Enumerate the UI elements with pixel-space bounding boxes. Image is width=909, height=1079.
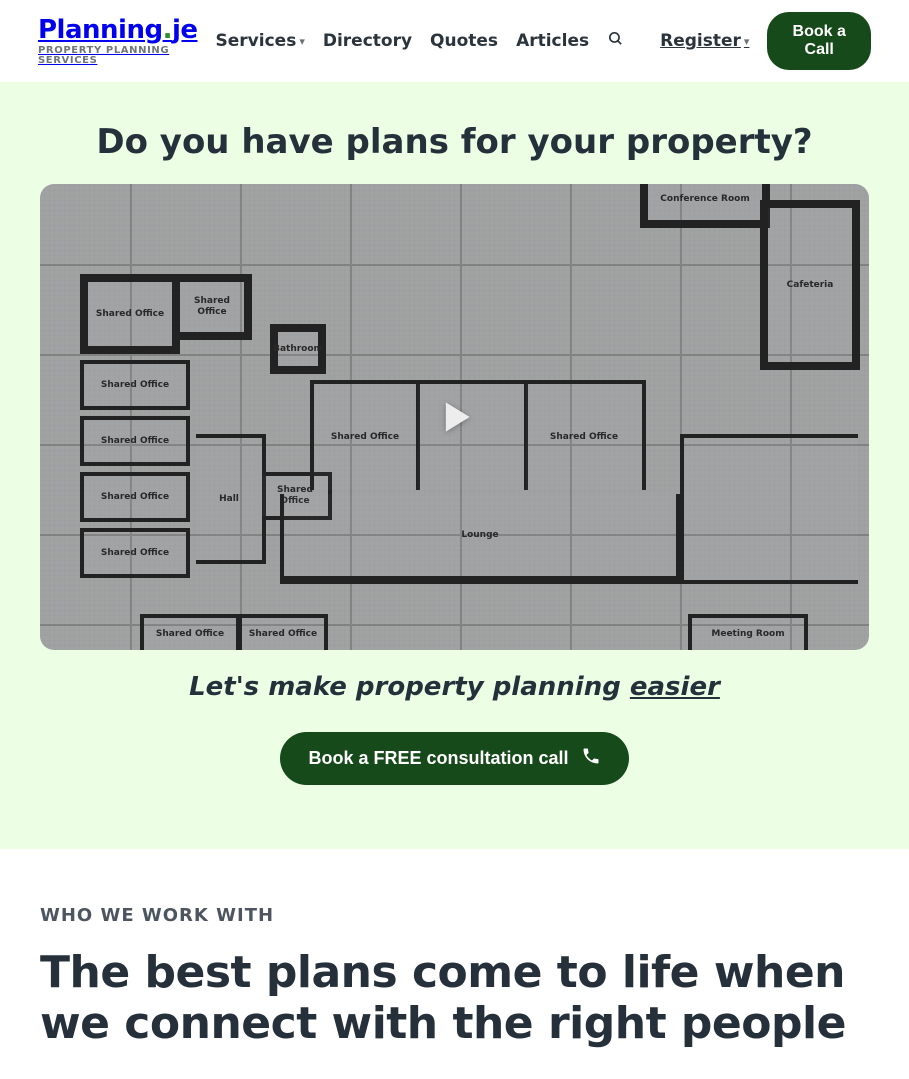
play-icon (431, 393, 479, 441)
section-heading: The best plans come to life when we conn… (40, 948, 860, 1049)
floorplan-room (680, 434, 858, 584)
hero-tagline-pre: Let's make property planning (189, 672, 630, 702)
floorplan-room: Shared Office (80, 274, 180, 354)
hero-heading: Do you have plans for your property? (40, 122, 869, 162)
book-consultation-button[interactable]: Book a FREE consultation call (280, 732, 628, 785)
who-we-work-with: WHO WE WORK WITH The best plans come to … (0, 849, 909, 1079)
floorplan-room: Conference Room (640, 184, 770, 228)
nav-articles[interactable]: Articles (516, 31, 589, 51)
floorplan-room: Shared Office (140, 614, 240, 650)
floorplan-room: Hall (196, 434, 266, 564)
logo-text-pre: Planning (38, 15, 163, 45)
nav-register[interactable]: Register▾ (660, 31, 749, 51)
floorplan-room: Shared Office (80, 416, 190, 466)
logo-text-post: je (172, 15, 198, 45)
floorplan-room: Shared Office (172, 274, 252, 340)
nav-directory[interactable]: Directory (323, 31, 412, 51)
nav-services[interactable]: Services▾ (216, 31, 305, 51)
floorplan-room: Shared Office (310, 380, 420, 490)
floorplan-room: Shared Office (80, 472, 190, 522)
primary-nav: Services▾ Directory Quotes Articles (216, 30, 625, 52)
floorplan-room: Shared Office (80, 360, 190, 410)
logo[interactable]: Planning.je PROPERTY PLANNING SERVICES (38, 17, 198, 66)
search-button[interactable] (607, 30, 624, 52)
hero: Do you have plans for your property? Sha… (0, 82, 909, 849)
nav-services-label: Services (216, 31, 297, 51)
chevron-down-icon: ▾ (744, 35, 750, 48)
floorplan-room: Shared Office (238, 614, 328, 650)
section-eyebrow: WHO WE WORK WITH (40, 905, 869, 926)
floorplan-room: Bathroom (270, 324, 326, 374)
book-consultation-label: Book a FREE consultation call (308, 748, 568, 769)
hero-tagline-underline: easier (630, 672, 720, 702)
hero-video[interactable]: Shared Office Shared Office Shared Offic… (40, 184, 869, 650)
search-icon (607, 30, 624, 47)
book-call-button[interactable]: Book a Call (767, 12, 871, 70)
floorplan-room: Lounge (280, 494, 680, 584)
hero-tagline: Let's make property planning easier (40, 672, 869, 702)
logo-tagline: PROPERTY PLANNING SERVICES (38, 46, 198, 66)
floorplan-room: Cafeteria (760, 200, 860, 370)
chevron-down-icon: ▾ (299, 35, 305, 48)
floorplan-room: Shared Office (526, 380, 646, 490)
phone-icon (581, 746, 601, 771)
nav-register-label: Register (660, 31, 741, 51)
logo-dot: . (163, 15, 172, 45)
floorplan-room: Shared Office (80, 528, 190, 578)
logo-wordmark: Planning.je (38, 17, 198, 43)
nav-quotes[interactable]: Quotes (430, 31, 498, 51)
floorplan-room: Meeting Room (688, 614, 808, 650)
